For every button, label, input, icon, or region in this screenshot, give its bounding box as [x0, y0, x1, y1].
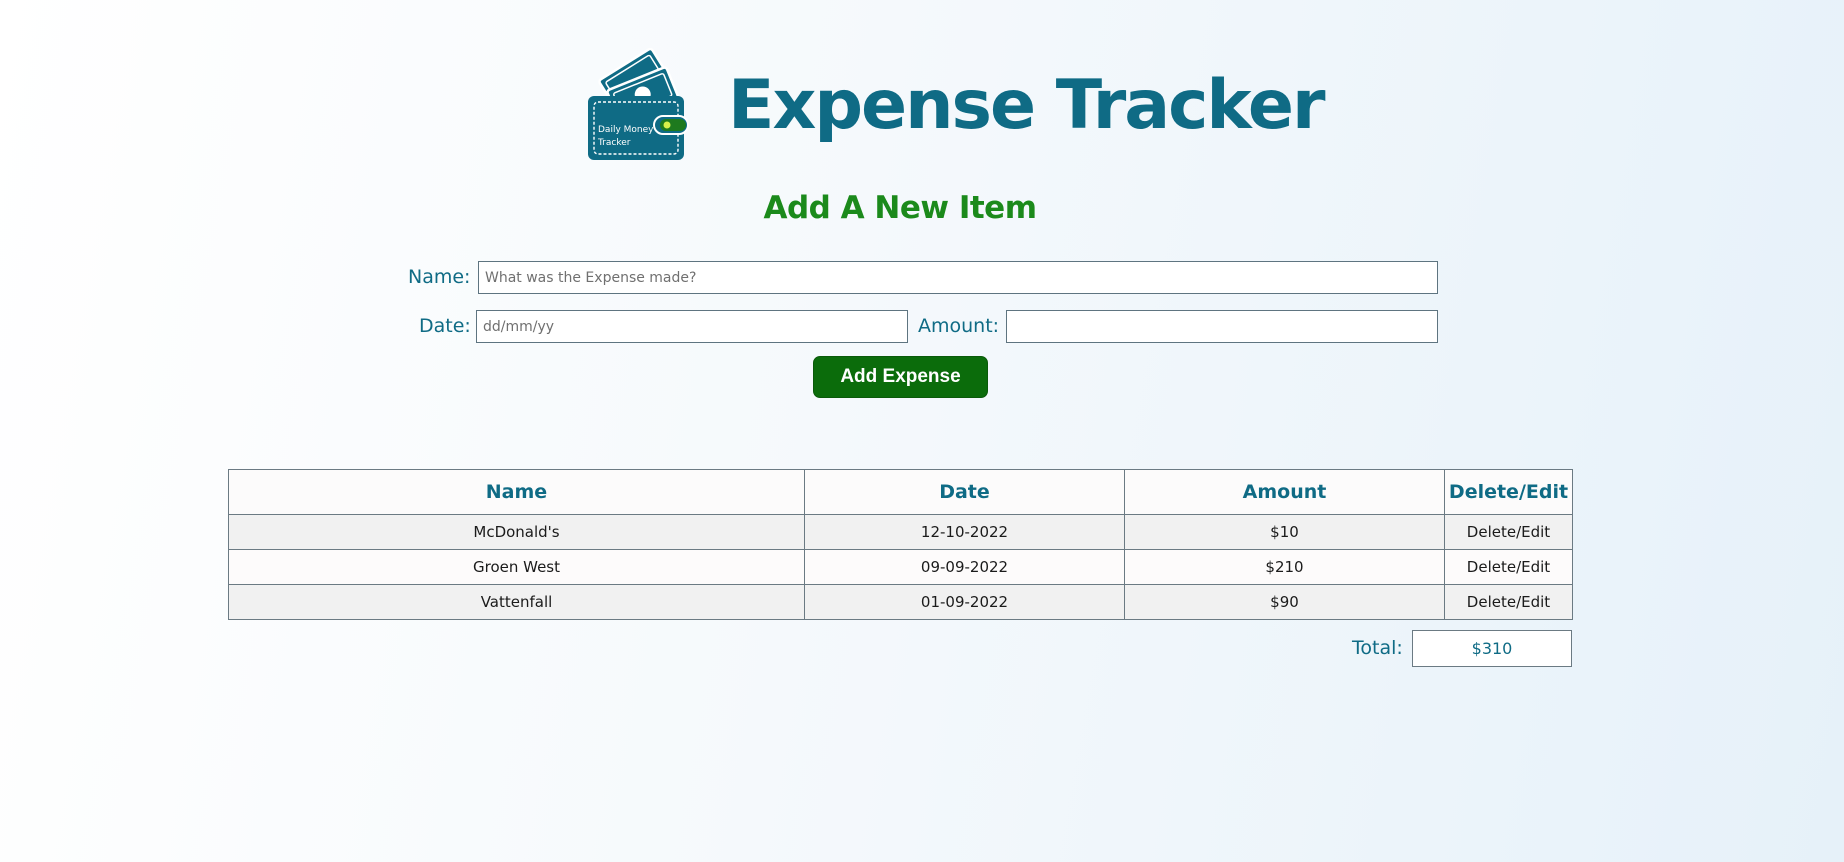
cell-name: Groen West	[228, 549, 805, 585]
cell-amount: $90	[1124, 584, 1445, 620]
amount-label: Amount:	[918, 315, 1000, 337]
total-label: Total:	[1352, 637, 1403, 659]
amount-input[interactable]	[1006, 310, 1438, 343]
logo-text-line2: Tracker	[597, 138, 631, 148]
cell-amount: $210	[1124, 549, 1445, 585]
add-expense-button[interactable]: Add Expense	[813, 356, 988, 398]
table-row: Groen West 09-09-2022 $210 Delete/Edit	[228, 549, 1573, 585]
total-value: $310	[1412, 630, 1572, 667]
column-header-amount: Amount	[1124, 469, 1445, 515]
column-header-actions: Delete/Edit	[1444, 469, 1573, 515]
expense-table: Name Date Amount Delete/Edit McDonald's …	[228, 469, 1573, 620]
cell-name: McDonald's	[228, 514, 805, 550]
table-row: McDonald's 12-10-2022 $10 Delete/Edit	[228, 514, 1573, 550]
cell-date: 01-09-2022	[804, 584, 1125, 620]
column-header-name: Name	[228, 469, 805, 515]
cell-name: Vattenfall	[228, 584, 805, 620]
table-row: Vattenfall 01-09-2022 $90 Delete/Edit	[228, 584, 1573, 620]
delete-edit-action[interactable]: Delete/Edit	[1444, 514, 1573, 550]
logo-text-line1: Daily Money	[598, 125, 654, 135]
app-title: Expense Tracker	[728, 66, 1325, 145]
date-input[interactable]	[476, 310, 908, 343]
delete-edit-action[interactable]: Delete/Edit	[1444, 584, 1573, 620]
cell-date: 12-10-2022	[804, 514, 1125, 550]
delete-edit-action[interactable]: Delete/Edit	[1444, 549, 1573, 585]
name-label: Name:	[408, 266, 471, 288]
cell-amount: $10	[1124, 514, 1445, 550]
form-heading: Add A New Item	[763, 190, 1037, 226]
cell-date: 09-09-2022	[804, 549, 1125, 585]
wallet-money-icon: Daily Money Tracker	[588, 48, 689, 160]
name-input[interactable]	[478, 261, 1438, 294]
table-header-row: Name Date Amount Delete/Edit	[228, 469, 1573, 515]
column-header-date: Date	[804, 469, 1125, 515]
date-label: Date:	[419, 315, 471, 337]
